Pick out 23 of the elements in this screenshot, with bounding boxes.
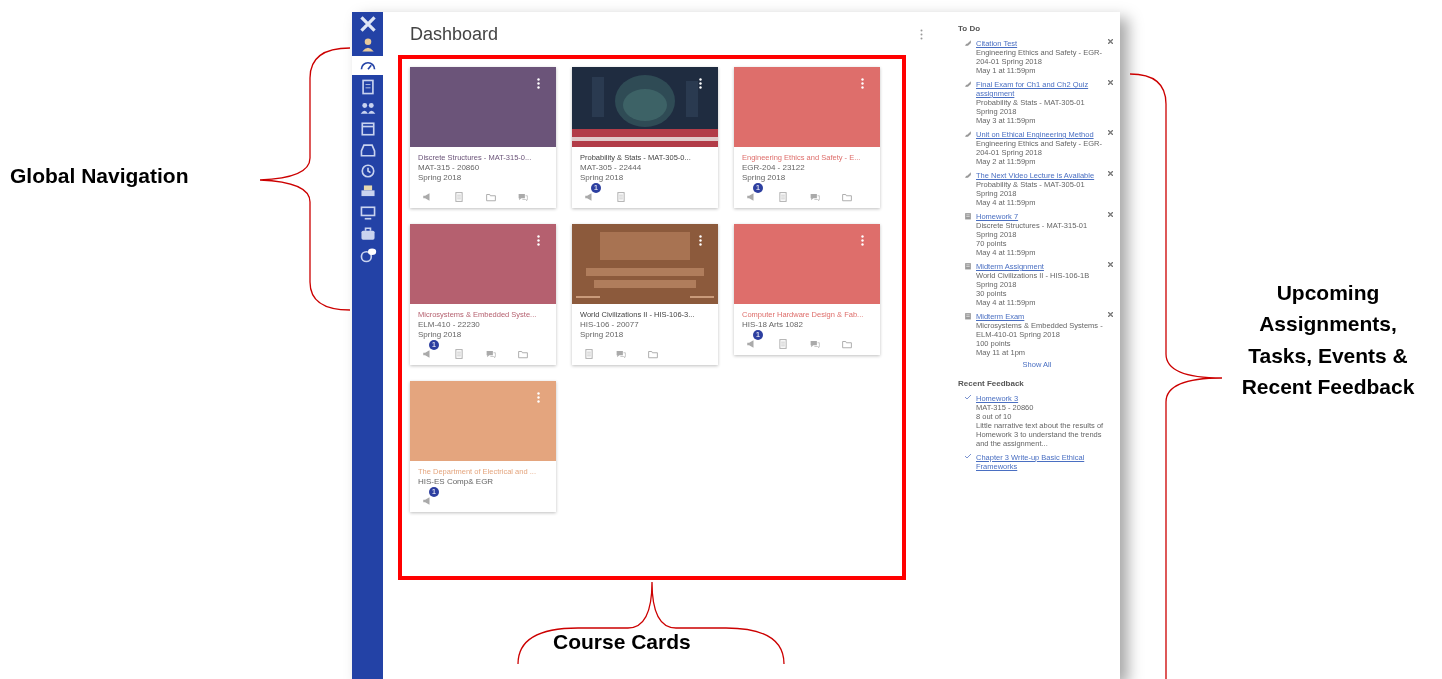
section-heading: Recent Feedback	[958, 379, 1025, 388]
annotation-label: Course Cards	[553, 629, 691, 655]
course-term: Spring 2018	[580, 173, 625, 183]
course-code: ELM-410 - 22230	[418, 320, 481, 330]
course-term: Spring 2018	[742, 173, 787, 183]
annotation-label: Upcoming Assignments, Tasks, Events & Recent Feedback	[1240, 279, 1416, 400]
count-badge: 1	[429, 487, 439, 497]
course-code: HIS-106 - 20077	[580, 320, 640, 330]
annotation-label: Global Navigation	[10, 163, 189, 189]
course-code: HIS-18 Arts 1082	[742, 320, 804, 330]
course-code: EGR-204 - 23122	[742, 163, 806, 173]
course-code: MAT-315 - 20860	[418, 163, 481, 173]
course-term: Spring 2018	[418, 173, 463, 183]
count-badge: 1	[753, 183, 763, 193]
course-code: HIS-ES Comp& EGR	[418, 477, 495, 487]
page-title: Dashboard	[410, 23, 499, 45]
count-badge: 1	[591, 183, 601, 193]
count-badge: 1	[429, 340, 439, 350]
course-term: Spring 2018	[418, 330, 463, 340]
count-badge: 1	[753, 330, 763, 340]
course-term: Spring 2018	[580, 330, 625, 340]
course-code: MAT-305 - 22444	[580, 163, 643, 173]
section-heading: To Do	[958, 24, 982, 33]
